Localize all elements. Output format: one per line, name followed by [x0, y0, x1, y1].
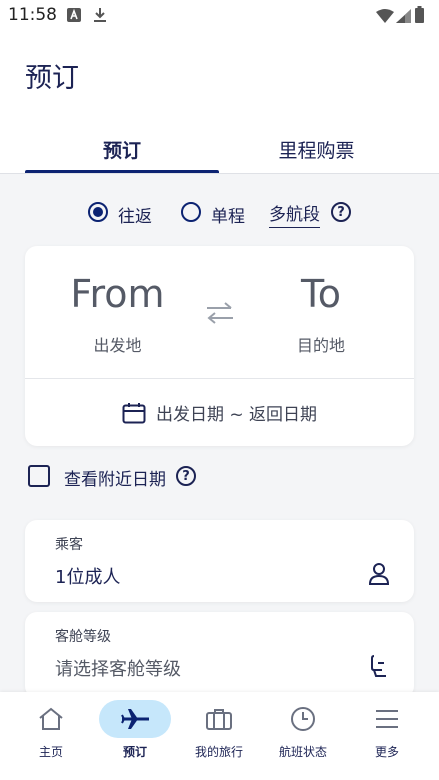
- download-icon: [93, 7, 107, 27]
- page-title: 预订: [25, 63, 79, 94]
- header-divider: [0, 173, 439, 174]
- trip-type-selector: 往返 单程 多航段 ?: [0, 198, 439, 228]
- origin-button[interactable]: From: [25, 272, 210, 316]
- status-bar: 11:58: [0, 0, 439, 32]
- bottom-navigation: 主页 预订 我的旅行 航班状态 更多: [0, 692, 439, 780]
- tab-miles-booking[interactable]: 里程购票: [219, 124, 414, 174]
- nav-flight-status[interactable]: 航班状态: [261, 692, 345, 780]
- person-icon: [368, 562, 390, 590]
- briefcase-icon: [189, 700, 249, 738]
- tab-miles-booking-label: 里程购票: [278, 139, 355, 162]
- one-way-radio[interactable]: [181, 202, 201, 222]
- date-range-label: 出发日期 ~ 返回日期: [155, 405, 318, 425]
- nav-flight-status-label: 航班状态: [278, 745, 327, 759]
- plane-icon: [99, 700, 171, 738]
- cabin-class-placeholder: 请选择客舱等级: [55, 659, 181, 680]
- nearby-dates-label[interactable]: 查看附近日期: [64, 465, 166, 490]
- tab-booking-label: 预订: [102, 139, 141, 162]
- nav-my-trips[interactable]: 我的旅行: [177, 692, 261, 780]
- date-selector[interactable]: 出发日期 ~ 返回日期: [25, 379, 414, 446]
- home-icon: [21, 700, 81, 738]
- menu-icon: [357, 700, 417, 738]
- nav-more-label: 更多: [374, 745, 399, 759]
- nearby-dates-option: 查看附近日期 ?: [28, 463, 328, 490]
- battery-icon: [415, 6, 424, 27]
- multi-city-link[interactable]: 多航段: [269, 200, 320, 228]
- status-time: 11:58: [8, 5, 57, 25]
- seat-icon: [370, 654, 388, 682]
- nav-home[interactable]: 主页: [9, 692, 93, 780]
- wifi-icon: [376, 8, 394, 27]
- cabin-class-field[interactable]: 客舱等级 请选择客舱等级: [25, 612, 414, 698]
- header: 预订 预订 里程购票: [0, 32, 439, 174]
- cabin-class-label: 客舱等级: [55, 629, 111, 645]
- round-trip-label[interactable]: 往返: [118, 202, 152, 227]
- multi-city-help-icon[interactable]: ?: [331, 202, 351, 222]
- round-trip-radio[interactable]: [88, 202, 108, 222]
- calendar-icon: [122, 402, 146, 423]
- destination-sublabel: 目的地: [296, 336, 345, 355]
- tab-bar: 预订 里程购票: [0, 124, 439, 174]
- destination-button[interactable]: To: [231, 272, 411, 316]
- clock-icon: [273, 700, 333, 738]
- nearby-dates-help-icon[interactable]: ?: [176, 466, 196, 486]
- one-way-label[interactable]: 单程: [211, 202, 245, 227]
- origin-sublabel: 出发地: [93, 336, 142, 355]
- nav-my-trips-label: 我的旅行: [194, 745, 243, 759]
- passengers-field[interactable]: 乘客 1位成人: [25, 520, 414, 602]
- nav-booking-label: 预订: [122, 745, 147, 759]
- passengers-label: 乘客: [55, 537, 83, 553]
- tab-booking[interactable]: 预订: [25, 124, 219, 174]
- nav-booking[interactable]: 预订: [93, 692, 177, 780]
- accessibility-icon: [67, 7, 81, 26]
- route-card: From 出发地 To 目的地 出发日期 ~ 返回日期: [25, 246, 414, 446]
- signal-icon: [396, 8, 411, 27]
- nearby-dates-checkbox[interactable]: [28, 465, 50, 487]
- passengers-value: 1位成人: [55, 567, 121, 588]
- nav-more[interactable]: 更多: [345, 692, 429, 780]
- nav-home-label: 主页: [38, 745, 63, 759]
